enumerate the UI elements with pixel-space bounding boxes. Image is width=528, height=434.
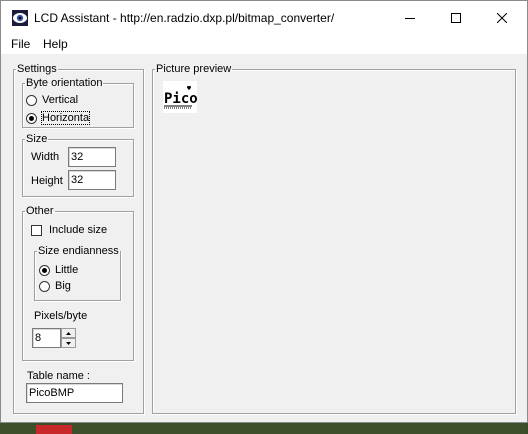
radio-big[interactable]: Big [39, 280, 71, 292]
table-name-field[interactable]: PicoBMP [26, 383, 123, 403]
bitmap-text: Pico [164, 91, 197, 107]
height-field[interactable]: 32 [68, 170, 116, 190]
byte-orientation-legend: Byte orientation [26, 77, 103, 89]
menu-bar: File Help [1, 34, 527, 54]
radio-horizontal-label: Horizonta [40, 111, 91, 125]
menu-help[interactable]: Help [43, 37, 68, 51]
pixels-per-byte-label: Pixels/byte [34, 310, 88, 322]
other-legend: Other [26, 205, 54, 217]
width-label: Width [31, 151, 60, 163]
settings-legend: Settings [17, 63, 57, 75]
width-field[interactable]: 32 [68, 147, 116, 167]
bitmap-image: Pico [164, 85, 198, 109]
radio-indicator [26, 94, 37, 106]
desktop-taskbar-fragment [36, 425, 72, 434]
maximize-button[interactable] [433, 1, 479, 34]
radio-indicator [26, 112, 37, 124]
radio-little-label: Little [55, 264, 79, 276]
radio-indicator [39, 264, 50, 276]
maximize-icon [451, 12, 461, 23]
spin-up-button[interactable] [61, 328, 76, 338]
bitmap-preview: Pico [163, 81, 198, 113]
picture-preview-group: Picture preview [152, 64, 516, 414]
radio-little[interactable]: Little [39, 264, 78, 276]
minimize-icon [405, 17, 415, 19]
close-button[interactable] [479, 1, 525, 34]
spin-down-button[interactable] [61, 338, 76, 348]
picture-preview-legend: Picture preview [156, 63, 232, 75]
close-icon [497, 12, 507, 23]
title-bar[interactable]: LCD Assistant - http://en.radzio.dxp.pl/… [1, 1, 527, 34]
size-legend: Size [26, 133, 48, 145]
lcd-eye-icon [12, 10, 28, 26]
table-name-label: Table name : [27, 370, 90, 382]
window-title: LCD Assistant - http://en.radzio.dxp.pl/… [34, 11, 335, 25]
chevron-down-icon [66, 341, 71, 345]
pixels-per-byte-spinner[interactable] [61, 328, 76, 348]
radio-vertical[interactable]: Vertical [26, 94, 78, 106]
include-size-checkbox[interactable]: Include size [31, 224, 107, 236]
desktop-background [0, 423, 528, 434]
menu-file[interactable]: File [11, 37, 30, 51]
checkbox-indicator [31, 224, 42, 236]
size-endianness-legend: Size endianness [38, 245, 119, 257]
chevron-up-icon [66, 331, 71, 335]
height-label: Height [31, 175, 63, 187]
radio-vertical-label: Vertical [42, 94, 79, 106]
pixels-per-byte-field[interactable]: 8 [32, 328, 61, 348]
app-window: LCD Assistant - http://en.radzio.dxp.pl/… [0, 0, 528, 423]
radio-indicator [39, 280, 50, 292]
radio-horizontal[interactable]: Horizonta [26, 111, 91, 125]
include-size-label: Include size [49, 224, 108, 236]
radio-big-label: Big [55, 280, 71, 292]
minimize-button[interactable] [387, 1, 433, 34]
